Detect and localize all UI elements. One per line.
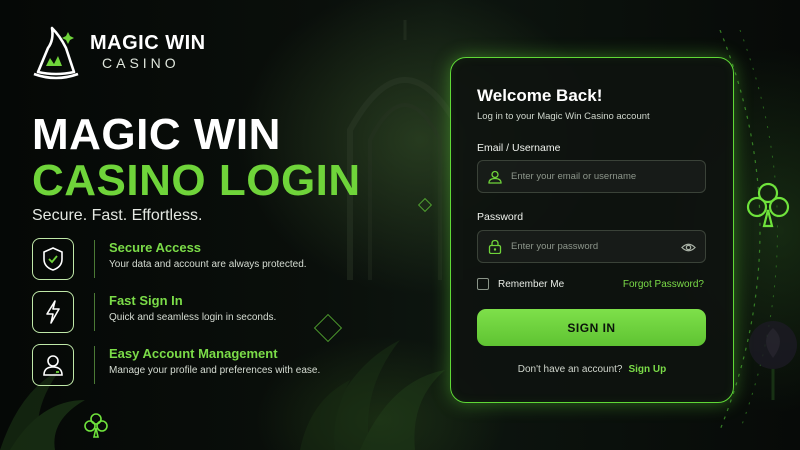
remember-me-checkbox[interactable]: [477, 278, 489, 290]
feature-description: Manage your profile and preferences with…: [109, 365, 321, 376]
user-icon: [32, 344, 74, 386]
dark-rose-decoration: [749, 321, 797, 400]
login-title: Welcome Back!: [477, 86, 603, 105]
sign-up-link[interactable]: Sign Up: [628, 364, 666, 375]
hero-line-2: CASINO LOGIN: [32, 156, 361, 205]
brand-name: MAGIC WIN: [90, 32, 206, 54]
wizard-hat-icon: [33, 26, 79, 80]
email-label: Email / Username: [477, 142, 561, 154]
feature-divider: [94, 346, 95, 384]
club-small-icon: [84, 413, 108, 438]
login-card: Welcome Back! Log in to your Magic Win C…: [450, 57, 734, 403]
forgot-password-link[interactable]: Forgot Password?: [623, 279, 704, 290]
feature-description: Quick and seamless login in seconds.: [109, 312, 277, 323]
signup-prompt: Don't have an account?: [517, 364, 623, 375]
shield-check-icon: [32, 238, 74, 280]
feature-divider: [94, 240, 95, 278]
hero-tagline: Secure. Fast. Effortless.: [32, 207, 203, 224]
feature-item-fast-sign-in: Fast Sign In Quick and seamless login in…: [32, 291, 277, 333]
diamond-decoration: [417, 197, 433, 213]
diamond-decoration: [313, 313, 343, 343]
feature-title: Secure Access: [109, 240, 202, 255]
foliage-mid-decoration: [300, 340, 445, 450]
feature-divider: [94, 293, 95, 331]
feature-item-secure-access: Secure Access Your data and account are …: [32, 238, 307, 280]
email-field-wrapper[interactable]: [477, 160, 706, 193]
login-subtitle: Log in to your Magic Win Casino account: [477, 111, 650, 122]
brand-subname: CASINO: [102, 55, 180, 71]
brand-logo[interactable]: MAGIC WIN CASINO: [30, 24, 206, 80]
club-icon: [746, 182, 790, 228]
sign-in-button[interactable]: SIGN IN: [477, 309, 706, 346]
user-icon: [488, 170, 502, 184]
password-field-wrapper[interactable]: [477, 230, 706, 263]
email-input[interactable]: [511, 171, 676, 182]
feature-title: Easy Account Management: [109, 346, 278, 361]
hero-headline: MAGIC WIN CASINO LOGIN: [32, 112, 361, 204]
password-input[interactable]: [511, 241, 676, 252]
feature-description: Your data and account are always protect…: [109, 259, 307, 270]
lock-icon: [488, 239, 502, 254]
eye-icon[interactable]: [681, 240, 696, 255]
password-label: Password: [477, 211, 524, 223]
remember-me-label[interactable]: Remember Me: [498, 279, 564, 290]
remember-me: Remember Me: [477, 278, 564, 290]
feature-item-account-management: Easy Account Management Manage your prof…: [32, 344, 321, 386]
feature-title: Fast Sign In: [109, 293, 183, 308]
lightning-icon: [32, 291, 74, 333]
hero-line-1: MAGIC WIN: [32, 110, 281, 159]
signup-row: Don't have an account? Sign Up: [451, 364, 733, 375]
